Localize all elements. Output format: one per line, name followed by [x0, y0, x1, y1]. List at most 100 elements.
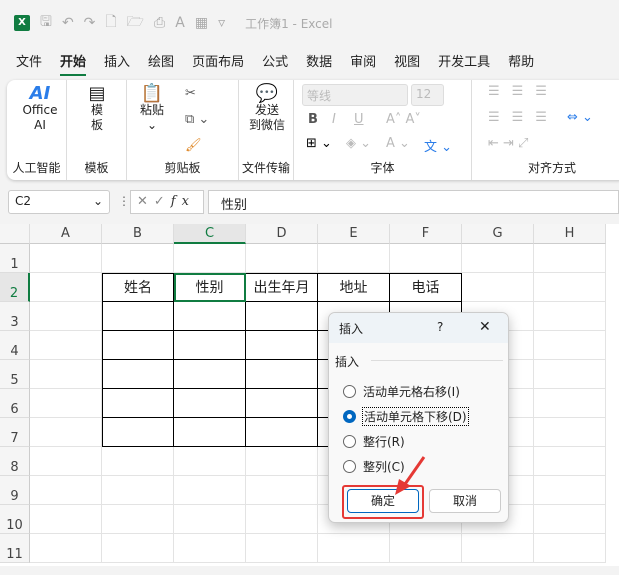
cell-C7[interactable]: [174, 418, 246, 447]
cell-A3[interactable]: [30, 302, 102, 331]
column-header[interactable]: H: [534, 224, 606, 244]
column-header[interactable]: D: [246, 224, 318, 244]
cell-A8[interactable]: [30, 447, 102, 476]
cell-A2[interactable]: [30, 273, 102, 302]
option-shift-right[interactable]: 活动单元格右移(I): [343, 383, 460, 400]
cell-H11[interactable]: [534, 534, 606, 563]
tab-help[interactable]: 帮助: [499, 50, 543, 76]
select-all[interactable]: [0, 224, 30, 244]
bold-button[interactable]: B: [308, 112, 318, 127]
row-header[interactable]: 11: [0, 534, 30, 563]
column-header[interactable]: A: [30, 224, 102, 244]
cell-H4[interactable]: [534, 331, 606, 360]
cell-D9[interactable]: [246, 476, 318, 505]
cell-C2[interactable]: 性别: [174, 273, 246, 302]
fill-color-icon[interactable]: ◈ ⌄: [346, 136, 371, 151]
new-file-icon[interactable]: 🗋: [105, 11, 116, 35]
cell-B6[interactable]: [102, 389, 174, 418]
cell-D1[interactable]: [246, 244, 318, 273]
row-header[interactable]: 6: [0, 389, 30, 418]
cell-A9[interactable]: [30, 476, 102, 505]
send-to-wechat-button[interactable]: 💬 发送 到微信: [242, 85, 292, 133]
row-header[interactable]: 1: [0, 244, 30, 273]
cell-H10[interactable]: [534, 505, 606, 534]
row-header[interactable]: 8: [0, 447, 30, 476]
cell-D3[interactable]: [246, 302, 318, 331]
cell-H5[interactable]: [534, 360, 606, 389]
cell-F1[interactable]: [390, 244, 462, 273]
cell-D7[interactable]: [246, 418, 318, 447]
cell-D2[interactable]: 出生年月: [246, 273, 318, 302]
cell-D8[interactable]: [246, 447, 318, 476]
cell-C10[interactable]: [174, 505, 246, 534]
paste-button[interactable]: 📋 粘贴 ⌄: [132, 85, 172, 133]
tab-file[interactable]: 文件: [0, 50, 51, 76]
cell-C1[interactable]: [174, 244, 246, 273]
redo-icon[interactable]: ↷: [84, 15, 96, 31]
cell-G11[interactable]: [462, 534, 534, 563]
tab-home[interactable]: 开始: [51, 50, 95, 76]
help-button[interactable]: ?: [437, 320, 443, 334]
tab-draw[interactable]: 绘图: [139, 50, 183, 76]
cell-B1[interactable]: [102, 244, 174, 273]
borders-icon[interactable]: ⊞ ⌄: [306, 136, 332, 151]
row-header[interactable]: 5: [0, 360, 30, 389]
copy-icon[interactable]: ⧉ ⌄: [185, 112, 209, 127]
format-painter-icon[interactable]: 🖌: [185, 138, 202, 153]
close-button[interactable]: ✕: [479, 319, 491, 335]
cell-A4[interactable]: [30, 331, 102, 360]
row-header[interactable]: 3: [0, 302, 30, 331]
tab-developer[interactable]: 开发工具: [429, 50, 499, 76]
cell-H9[interactable]: [534, 476, 606, 505]
cell-H7[interactable]: [534, 418, 606, 447]
row-header[interactable]: 2: [0, 273, 30, 302]
column-header[interactable]: B: [102, 224, 174, 244]
font-size-select[interactable]: 12: [411, 84, 444, 106]
merge-center-icon[interactable]: ⇔ ⌄: [567, 110, 593, 125]
name-box[interactable]: C2 ⌄: [8, 190, 110, 214]
save-icon[interactable]: 🖫: [40, 11, 52, 35]
tab-insert[interactable]: 插入: [95, 50, 139, 76]
cell-H6[interactable]: [534, 389, 606, 418]
column-header[interactable]: G: [462, 224, 534, 244]
cell-D10[interactable]: [246, 505, 318, 534]
cell-D5[interactable]: [246, 360, 318, 389]
cell-D4[interactable]: [246, 331, 318, 360]
cell-H3[interactable]: [534, 302, 606, 331]
formula-buttons[interactable]: ✕✓fx: [130, 190, 204, 214]
cell-H1[interactable]: [534, 244, 606, 273]
row-header[interactable]: 9: [0, 476, 30, 505]
cell-G1[interactable]: [462, 244, 534, 273]
tab-view[interactable]: 视图: [385, 50, 429, 76]
phonetic-icon[interactable]: 文 ⌄: [424, 136, 452, 155]
cell-B7[interactable]: [102, 418, 174, 447]
cell-C4[interactable]: [174, 331, 246, 360]
cell-C11[interactable]: [174, 534, 246, 563]
cell-C5[interactable]: [174, 360, 246, 389]
cell-H8[interactable]: [534, 447, 606, 476]
cell-E1[interactable]: [318, 244, 390, 273]
tab-data[interactable]: 数据: [297, 50, 341, 76]
cell-A7[interactable]: [30, 418, 102, 447]
option-shift-down[interactable]: 活动单元格下移(D): [343, 407, 469, 426]
cell-C6[interactable]: [174, 389, 246, 418]
cell-G2[interactable]: [462, 273, 534, 302]
formula-input[interactable]: 性别: [208, 190, 619, 214]
cell-B3[interactable]: [102, 302, 174, 331]
cell-E11[interactable]: [318, 534, 390, 563]
row-header[interactable]: 7: [0, 418, 30, 447]
vertical-align-icons[interactable]: ☰☰☰: [488, 84, 559, 99]
cell-B8[interactable]: [102, 447, 174, 476]
cell-B10[interactable]: [102, 505, 174, 534]
cell-E2[interactable]: 地址: [318, 273, 390, 302]
cell-B9[interactable]: [102, 476, 174, 505]
tab-review[interactable]: 审阅: [341, 50, 385, 76]
print-preview-icon[interactable]: ⎙: [154, 15, 165, 31]
cell-D11[interactable]: [246, 534, 318, 563]
tab-formulas[interactable]: 公式: [253, 50, 297, 76]
italic-button[interactable]: I: [332, 112, 336, 127]
borders-icon[interactable]: ▦: [195, 15, 208, 31]
undo-icon[interactable]: ↶: [62, 15, 74, 31]
cell-B2[interactable]: 姓名: [102, 273, 174, 302]
customize-icon[interactable]: ▿: [218, 15, 225, 31]
